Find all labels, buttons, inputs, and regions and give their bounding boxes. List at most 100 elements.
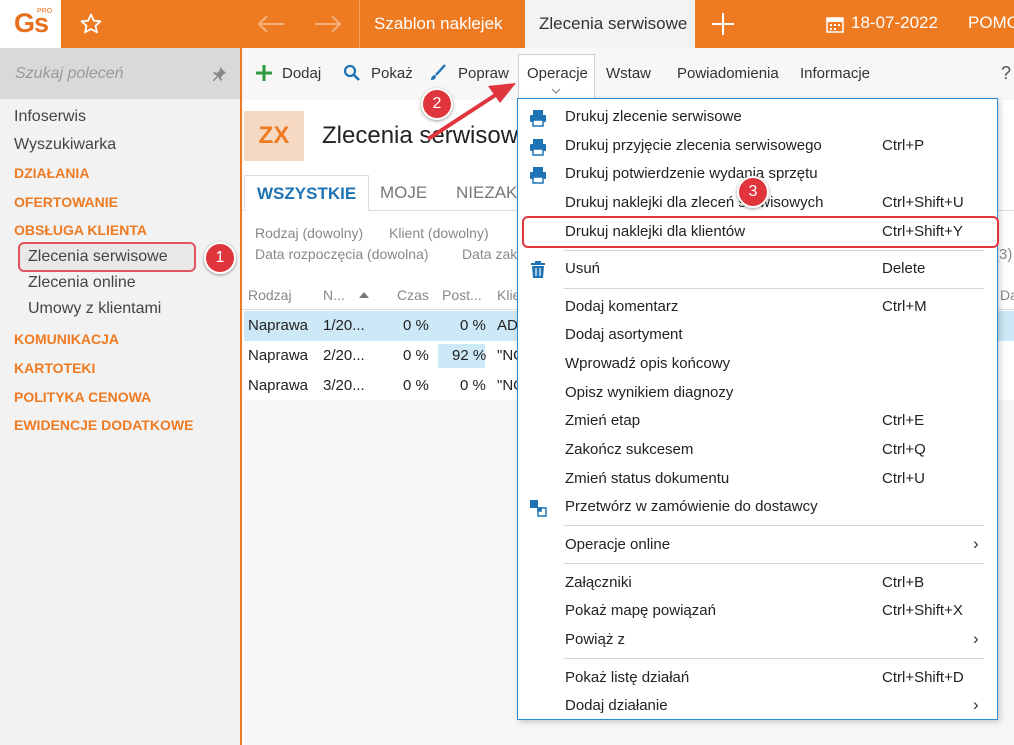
plus-icon[interactable] xyxy=(255,64,273,82)
column-data[interactable]: Data xyxy=(1000,287,1014,303)
menu-item-convert-to-order[interactable]: Przetwórz w zamówienie do dostawcy xyxy=(518,493,997,521)
menu-item-label: Pokaż mapę powiązań xyxy=(565,602,716,619)
submenu-chevron-icon: › xyxy=(973,695,979,714)
edit-button[interactable]: Popraw xyxy=(458,65,509,82)
menu-item-shortcut: Ctrl+Shift+D xyxy=(882,669,964,686)
menu-item-link-with[interactable]: Powiąż z › xyxy=(518,626,997,654)
menu-separator xyxy=(564,658,984,659)
menu-item-online-operations[interactable]: Operacje online › xyxy=(518,531,997,559)
cell-number: 1/20... xyxy=(323,317,365,334)
back-arrow-icon[interactable] xyxy=(256,13,286,35)
filter-client[interactable]: Klient (dowolny) xyxy=(389,225,489,241)
menu-item-diagnosis[interactable]: Opisz wynikiem diagnozy xyxy=(518,379,997,407)
cell-type: Naprawa xyxy=(248,377,309,394)
column-numer[interactable]: N... xyxy=(323,287,345,303)
cell-progress: 0 % xyxy=(460,377,486,394)
tab-moje[interactable]: MOJE xyxy=(368,175,439,211)
menu-item-change-status[interactable]: Zmień status dokumentu Ctrl+U xyxy=(518,465,997,493)
menu-item-label: Zmień etap xyxy=(565,412,641,429)
search-icon[interactable] xyxy=(343,64,361,82)
menu-item-label: Załączniki xyxy=(565,574,632,591)
new-tab-plus-icon[interactable] xyxy=(710,11,736,37)
sidebar-item-umowy-z-klientami[interactable]: Umowy z klientami xyxy=(28,300,161,318)
filter-start-date[interactable]: Data rozpoczęcia (dowolna) xyxy=(255,246,429,262)
column-czas[interactable]: Czas xyxy=(397,287,429,303)
menu-item-shortcut: Ctrl+Shift+U xyxy=(882,194,964,211)
menu-item-label: Dodaj asortyment xyxy=(565,326,683,343)
cell-client: ADM xyxy=(497,317,517,334)
menu-item-delete[interactable]: Usuń Delete xyxy=(518,255,997,283)
pin-icon[interactable] xyxy=(211,66,227,82)
sidebar-section-ofertowanie[interactable]: OFERTOWANIE xyxy=(14,194,118,210)
column-postep[interactable]: Post... xyxy=(442,287,482,303)
tab-szablon-naklejek[interactable]: Szablon naklejek xyxy=(359,0,525,48)
cell-progress: 0 % xyxy=(460,317,486,334)
sidebar-item-zlecenia-serwisowe[interactable]: Zlecenia serwisowe xyxy=(28,248,168,266)
show-button[interactable]: Pokaż xyxy=(371,65,413,82)
step-badge-3: 3 xyxy=(737,176,769,208)
printer-icon xyxy=(530,139,546,156)
app-logo[interactable]: Gs PRO xyxy=(0,0,61,48)
tab-wszystkie[interactable]: WSZYSTKIE xyxy=(244,175,370,211)
sidebar-section-kartoteki[interactable]: KARTOTEKI xyxy=(14,360,95,376)
menu-item-attachments[interactable]: Załączniki Ctrl+B xyxy=(518,569,997,597)
info-menu-button[interactable]: Informacje xyxy=(800,65,870,82)
insert-menu-button[interactable]: Wstaw xyxy=(606,65,651,82)
brush-icon[interactable] xyxy=(429,64,447,82)
menu-separator xyxy=(564,288,984,289)
favorite-star-icon[interactable] xyxy=(79,12,103,36)
menu-item-shortcut: Ctrl+Shift+X xyxy=(882,602,963,619)
menu-item-add-comment[interactable]: Dodaj komentarz Ctrl+M xyxy=(518,293,997,321)
command-search[interactable]: Szukaj poleceń xyxy=(0,48,240,99)
chevron-down-icon xyxy=(551,88,561,94)
menu-item-label: Powiąż z xyxy=(565,631,626,648)
sidebar-section-polityka-cenowa[interactable]: POLITYKA CENOWA xyxy=(14,389,151,405)
menu-item-label: Dodaj komentarz xyxy=(565,298,679,315)
menu-item-label: Usuń xyxy=(565,260,601,277)
operations-menu-button[interactable]: Operacje xyxy=(527,65,588,82)
sidebar: Szukaj poleceń Infoserwis Wyszukiwarka D… xyxy=(0,48,242,745)
column-klient[interactable]: Klient xyxy=(497,287,517,303)
menu-item-change-stage[interactable]: Zmień etap Ctrl+E xyxy=(518,407,997,435)
menu-item-add-assortment[interactable]: Dodaj asortyment xyxy=(518,321,997,349)
forward-arrow-icon[interactable] xyxy=(313,13,343,35)
sidebar-section-obsluga-klienta[interactable]: OBSŁUGA KLIENTA xyxy=(14,222,147,238)
menu-separator xyxy=(564,250,984,251)
calendar-icon[interactable] xyxy=(826,15,844,33)
tab-zlecenia-serwisowe[interactable]: Zlecenia serwisowe xyxy=(525,0,695,48)
menu-item-shortcut: Delete xyxy=(882,260,926,277)
menu-item-label: Dodaj działanie xyxy=(565,697,668,714)
menu-item-print-service-order[interactable]: Drukuj zlecenie serwisowe xyxy=(518,103,997,131)
help-link[interactable]: POMOC xyxy=(968,13,1014,33)
menu-item-print-intake[interactable]: Drukuj przyjęcie zlecenia serwisowego Ct… xyxy=(518,132,997,160)
submenu-chevron-icon: › xyxy=(973,629,979,648)
menu-item-label: Drukuj przyjęcie zlecenia serwisowego xyxy=(565,137,822,154)
cell-number: 2/20... xyxy=(323,347,365,364)
sidebar-item-infoserwis[interactable]: Infoserwis xyxy=(14,108,86,126)
menu-item-show-actions[interactable]: Pokaż listę działań Ctrl+Shift+D xyxy=(518,664,997,692)
sidebar-section-ewidencje-dodatkowe[interactable]: EWIDENCJE DODATKOWE xyxy=(14,417,193,433)
menu-item-label: Zakończ sukcesem xyxy=(565,441,694,458)
menu-item-shortcut: Ctrl+M xyxy=(882,298,927,315)
menu-item-add-action[interactable]: Dodaj działanie › xyxy=(518,692,997,720)
filter-type[interactable]: Rodzaj (dowolny) xyxy=(255,225,363,241)
column-rodzaj[interactable]: Rodzaj xyxy=(248,287,292,303)
search-input[interactable]: Szukaj poleceń xyxy=(15,65,124,83)
sidebar-item-zlecenia-online[interactable]: Zlecenia online xyxy=(28,274,136,292)
cell-time: 0 % xyxy=(403,377,429,394)
sidebar-item-wyszukiwarka[interactable]: Wyszukiwarka xyxy=(14,136,116,154)
menu-item-final-description[interactable]: Wprowadź opis końcowy xyxy=(518,350,997,378)
current-date[interactable]: 18-07-2022 xyxy=(851,13,938,33)
menu-item-label: Drukuj potwierdzenie wydania sprzętu xyxy=(565,165,818,182)
step-badge-1: 1 xyxy=(204,242,236,274)
menu-item-label: Wprowadź opis końcowy xyxy=(565,355,731,372)
menu-item-relation-map[interactable]: Pokaż mapę powiązań Ctrl+Shift+X xyxy=(518,597,997,625)
menu-item-finish-success[interactable]: Zakończ sukcesem Ctrl+Q xyxy=(518,436,997,464)
add-button[interactable]: Dodaj xyxy=(282,65,321,82)
help-icon[interactable]: ? xyxy=(1001,63,1011,84)
sidebar-section-dzialania[interactable]: DZIAŁANIA xyxy=(14,165,89,181)
notifications-menu-button[interactable]: Powiadomienia xyxy=(677,65,779,82)
logo-pro-label: PRO xyxy=(37,8,53,15)
sidebar-section-komunikacja[interactable]: KOMUNIKACJA xyxy=(14,331,119,347)
submenu-chevron-icon: › xyxy=(973,534,979,553)
